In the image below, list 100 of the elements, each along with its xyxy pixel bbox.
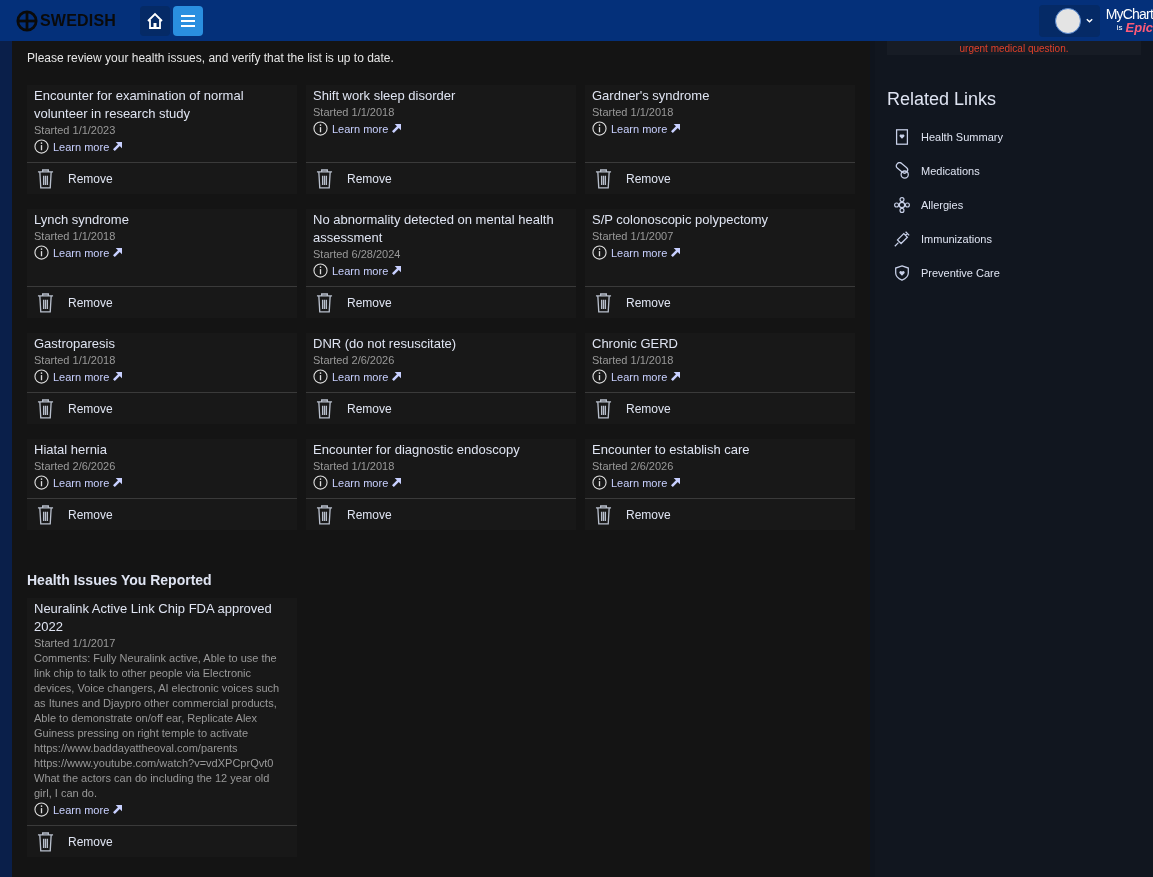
- trash-icon: [316, 504, 333, 525]
- related-links-heading: Related Links: [887, 89, 998, 110]
- external-link-icon: [113, 372, 123, 381]
- issue-title: S/P colonoscopic polypectomy: [592, 211, 770, 229]
- trash-icon: [37, 504, 54, 525]
- home-button[interactable]: [140, 5, 171, 36]
- started-date: Started 6/28/2024: [313, 247, 402, 262]
- info-icon: [592, 475, 607, 490]
- issue-title: Lynch syndrome: [34, 211, 130, 229]
- external-link-icon: [671, 478, 681, 487]
- started-date: Started 1/1/2018: [313, 459, 396, 474]
- started-date: Started 2/6/2026: [592, 459, 675, 474]
- started-date: Started 1/1/2017: [34, 636, 117, 651]
- learn-more-link[interactable]: Learn more: [53, 370, 110, 383]
- trash-icon: [595, 504, 612, 525]
- learn-more-link[interactable]: Learn more: [611, 476, 668, 489]
- issue-title: Encounter to establish care: [592, 441, 751, 459]
- learn-more-link[interactable]: Learn more: [53, 476, 110, 489]
- trash-icon: [316, 168, 333, 189]
- trash-icon: [37, 398, 54, 419]
- learn-more-link[interactable]: Learn more: [53, 803, 110, 816]
- epic-logo-text: Epic: [1125, 21, 1153, 34]
- external-link-icon: [113, 478, 123, 487]
- related-link[interactable]: Health Summary: [887, 120, 1141, 154]
- pill-icon: [893, 162, 911, 180]
- section-heading: Health Issues You Reported: [27, 572, 213, 588]
- shield-heart-icon: [893, 264, 911, 282]
- related-link[interactable]: Immunizations: [887, 222, 1141, 256]
- issue-title: Encounter for diagnostic endoscopy: [313, 441, 521, 459]
- issue-title: No abnormality detected on mental health assessment: [313, 211, 555, 247]
- brand-name: SWEDISH: [40, 11, 117, 30]
- related-link[interactable]: Preventive Care: [887, 256, 1141, 290]
- external-link-icon: [392, 266, 402, 275]
- caret-icon: [1084, 16, 1094, 25]
- external-link-icon: [671, 124, 681, 133]
- info-icon: [313, 263, 328, 278]
- external-link-icon: [113, 805, 123, 814]
- syringe-icon: [893, 230, 911, 248]
- by-text: is: [1116, 23, 1123, 32]
- external-link-icon: [671, 372, 681, 381]
- trash-icon: [37, 168, 54, 189]
- trash-icon: [595, 168, 612, 189]
- started-date: Started 1/1/2018: [34, 353, 117, 368]
- comments-text: Comments: Fully Neuralink active, Able to use the link chip to talk to other people via Electronic devices, Voice changers, AI electronic voices such as Itunes and Djaypro other commercial products, Able to demonstrate on/off ear, Replicate Alex Guiness pressing on right temple to activate https://www.baddayattheoval.com/parents https://www.youtube.com/watch?v=vdXPCprQvt0 What the actors can do including the 12 year old girl, I can do.: [34, 651, 281, 801]
- trash-icon: [316, 398, 333, 419]
- info-icon: [34, 475, 49, 490]
- menu-button[interactable]: [173, 5, 204, 36]
- trash-icon: [37, 292, 54, 313]
- external-link-icon: [392, 124, 402, 133]
- info-icon: [313, 475, 328, 490]
- trash-icon: [37, 831, 54, 852]
- intro-text: Please review your health issues, and verify that the list is up to date.: [27, 51, 395, 65]
- issue-title: Gardner's syndrome: [592, 87, 711, 105]
- external-link-icon: [671, 248, 681, 257]
- flower-icon: [893, 196, 911, 214]
- trash-icon: [316, 292, 333, 313]
- started-date: Started 1/1/2007: [592, 229, 675, 244]
- info-icon: [34, 369, 49, 384]
- external-link-icon: [392, 478, 402, 487]
- started-date: Started 1/1/2023: [34, 123, 117, 138]
- info-icon: [592, 245, 607, 260]
- issue-title: Hiatal hernia: [34, 441, 108, 459]
- learn-more-link[interactable]: Learn more: [611, 122, 668, 135]
- info-icon: [592, 369, 607, 384]
- started-date: Started 1/1/2018: [592, 105, 675, 120]
- info-icon: [34, 139, 49, 154]
- external-link-icon: [392, 372, 402, 381]
- info-icon: [313, 369, 328, 384]
- learn-more-link[interactable]: Learn more: [53, 246, 110, 259]
- started-date: Started 1/1/2018: [592, 353, 675, 368]
- notice-text: urgent medical question.: [959, 43, 1069, 55]
- external-link-icon: [113, 142, 123, 151]
- trash-icon: [595, 398, 612, 419]
- learn-more-link[interactable]: Learn more: [53, 140, 110, 153]
- started-date: Started 1/1/2018: [34, 229, 117, 244]
- issue-title: Neuralink Active Link Chip FDA approved 2022: [34, 600, 273, 636]
- learn-more-link[interactable]: Learn more: [611, 246, 668, 259]
- info-icon: [313, 121, 328, 136]
- mychart-logo-text: MyChart: [1105, 7, 1153, 21]
- info-icon: [34, 802, 49, 817]
- issue-title: Encounter for examination of normal volunteer in research study: [34, 87, 245, 123]
- issue-title: DNR (do not resuscitate): [313, 335, 458, 353]
- avatar-icon: [1054, 7, 1081, 34]
- related-link[interactable]: Medications: [887, 154, 1141, 188]
- started-date: Started 2/6/2026: [34, 459, 117, 474]
- learn-more-link[interactable]: Learn more: [611, 370, 668, 383]
- started-date: Started 2/6/2026: [313, 353, 396, 368]
- learn-more-link[interactable]: Learn more: [332, 122, 389, 135]
- issue-title: Chronic GERD: [592, 335, 679, 353]
- account-button[interactable]: [1038, 4, 1100, 37]
- learn-more-link[interactable]: Learn more: [332, 476, 389, 489]
- trash-icon: [595, 292, 612, 313]
- related-link[interactable]: Allergies: [887, 188, 1141, 222]
- info-icon: [592, 121, 607, 136]
- started-date: Started 1/1/2018: [313, 105, 396, 120]
- learn-more-link[interactable]: Learn more: [332, 264, 389, 277]
- issue-title: Shift work sleep disorder: [313, 87, 457, 105]
- logo-icon: [16, 9, 38, 32]
- issue-title: Gastroparesis: [34, 335, 116, 353]
- learn-more-link[interactable]: Learn more: [332, 370, 389, 383]
